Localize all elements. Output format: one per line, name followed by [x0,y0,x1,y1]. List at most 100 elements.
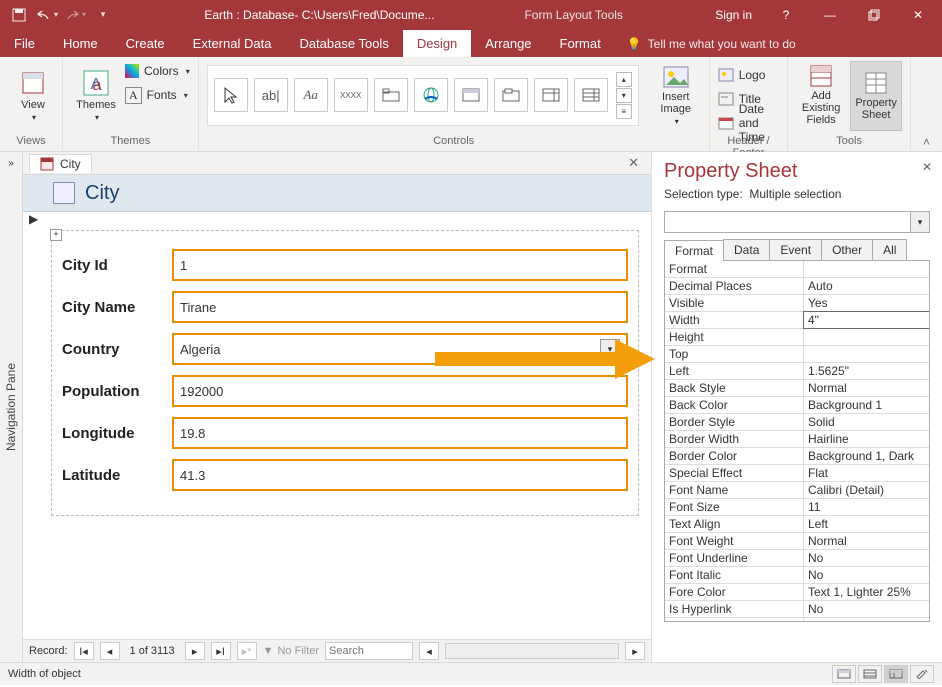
property-row[interactable]: Font ItalicNo [665,567,929,584]
property-value[interactable]: Flat [804,465,929,481]
ps-tab-other[interactable]: Other [821,239,873,260]
property-row[interactable]: Display As HyperlinkIf Hyperlink [665,618,929,622]
property-value[interactable]: Normal [804,533,929,549]
property-value[interactable]: No [804,567,929,583]
save-icon[interactable] [6,3,32,27]
ps-tab-format[interactable]: Format [664,240,724,261]
property-row[interactable]: Height [665,329,929,346]
property-row[interactable]: Border StyleSolid [665,414,929,431]
add-existing-fields-button[interactable]: Add Existing Fields [796,61,846,129]
property-row[interactable]: Border ColorBackground 1, Dark [665,448,929,465]
property-value[interactable]: Left [804,516,929,532]
cityid-label[interactable]: City Id [62,257,172,274]
listbox-control-icon[interactable] [574,78,608,112]
button-control-icon[interactable]: XXXX [334,78,368,112]
latitude-label[interactable]: Latitude [62,467,172,484]
record-search-input[interactable] [325,642,413,660]
property-value[interactable]: Solid [804,414,929,430]
close-property-sheet-button[interactable]: ✕ [922,160,932,174]
last-record-button[interactable]: ▸I [211,642,231,660]
property-value[interactable]: Background 1, Dark [804,448,929,464]
colors-menu[interactable]: Colors▾ [125,61,190,81]
property-row[interactable]: Font Size11 [665,499,929,516]
label-control-icon[interactable]: Aa [294,78,328,112]
optiongroup-control-icon[interactable] [494,78,528,112]
tab-format[interactable]: Format [546,30,615,57]
country-label[interactable]: Country [62,341,172,358]
cityid-input[interactable]: 1 [172,249,628,281]
property-value[interactable] [804,346,929,362]
tab-create[interactable]: Create [112,30,179,57]
property-value[interactable] [804,329,929,345]
tab-arrange[interactable]: Arrange [471,30,545,57]
layout-selector-handle[interactable]: + [50,229,62,241]
property-value[interactable]: 1.5625" [804,363,929,379]
property-row[interactable]: Top [665,346,929,363]
fonts-menu[interactable]: AFonts▾ [125,85,190,105]
prev-record-button[interactable]: ◂ [100,642,120,660]
layout-selection[interactable]: + City Id 1 City Name Tirane Country Alg… [51,230,639,516]
navigation-control-icon[interactable] [454,78,488,112]
hscroll-right[interactable]: ▸ [625,642,645,660]
undo-icon[interactable]: ▾ [34,3,60,27]
hscroll-left[interactable]: ◂ [419,642,439,660]
property-value[interactable]: Yes [804,295,929,311]
property-row[interactable]: Special EffectFlat [665,465,929,482]
layout-view-button[interactable] [884,665,908,683]
expand-navpane-icon[interactable]: » [8,158,14,169]
no-filter-indicator[interactable]: ▼No Filter [263,645,319,657]
property-row[interactable]: Format [665,261,929,278]
selection-combobox[interactable] [664,211,911,233]
property-value[interactable]: 4" [804,312,929,328]
tab-control-icon[interactable] [374,78,408,112]
property-value[interactable]: Text 1, Lighter 25% [804,584,929,600]
close-tab-button[interactable]: ✕ [628,155,639,171]
property-value[interactable]: Hairline [804,431,929,447]
property-value[interactable]: Calibri (Detail) [804,482,929,498]
insert-image-button[interactable]: Insert Image▾ [651,61,701,129]
form-view-button[interactable] [832,665,856,683]
longitude-label[interactable]: Longitude [62,425,172,442]
tab-database-tools[interactable]: Database Tools [285,30,402,57]
document-tab-city[interactable]: City [29,154,92,173]
next-record-button[interactable]: ▸ [185,642,205,660]
property-row[interactable]: VisibleYes [665,295,929,312]
property-grid[interactable]: FormatDecimal PlacesAutoVisibleYesWidth4… [664,261,930,622]
latitude-input[interactable]: 41.3 [172,459,628,491]
country-combobox[interactable]: Algeria▾ [172,333,628,365]
minimize-button[interactable]: — [810,0,850,29]
property-row[interactable]: Font WeightNormal [665,533,929,550]
datetime-button[interactable]: Date and Time [718,113,779,133]
tab-design[interactable]: Design [403,30,471,57]
ps-tab-data[interactable]: Data [723,239,770,260]
ps-tab-event[interactable]: Event [769,239,822,260]
design-view-button[interactable] [910,665,934,683]
tab-file[interactable]: File [0,30,49,57]
cityname-input[interactable]: Tirane [172,291,628,323]
select-control-icon[interactable] [214,78,248,112]
property-row[interactable]: Font UnderlineNo [665,550,929,567]
logo-button[interactable]: Logo [718,65,779,85]
textbox-control-icon[interactable]: ab| [254,78,288,112]
combobox-dropdown-icon[interactable]: ▾ [600,339,620,359]
redo-icon[interactable]: ▾ [62,3,88,27]
tab-home[interactable]: Home [49,30,112,57]
property-value[interactable]: Background 1 [804,397,929,413]
new-record-button[interactable]: ▸* [237,642,257,660]
property-row[interactable]: Text AlignLeft [665,516,929,533]
sign-in-link[interactable]: Sign in [705,8,762,22]
qat-customize-icon[interactable]: ▾ [90,3,116,27]
property-value[interactable]: No [804,550,929,566]
property-value[interactable]: No [804,601,929,617]
help-button[interactable]: ? [766,0,806,29]
gallery-scroll[interactable]: ▴▾≡ [616,72,632,119]
property-row[interactable]: Back ColorBackground 1 [665,397,929,414]
property-value[interactable]: Normal [804,380,929,396]
first-record-button[interactable]: I◂ [74,642,94,660]
property-value[interactable]: If Hyperlink [804,618,929,622]
view-button[interactable]: View▾ [8,61,58,129]
property-value[interactable]: Auto [804,278,929,294]
themes-button[interactable]: Aa Themes▾ [71,61,121,129]
hyperlink-control-icon[interactable] [414,78,448,112]
population-input[interactable]: 192000 [172,375,628,407]
